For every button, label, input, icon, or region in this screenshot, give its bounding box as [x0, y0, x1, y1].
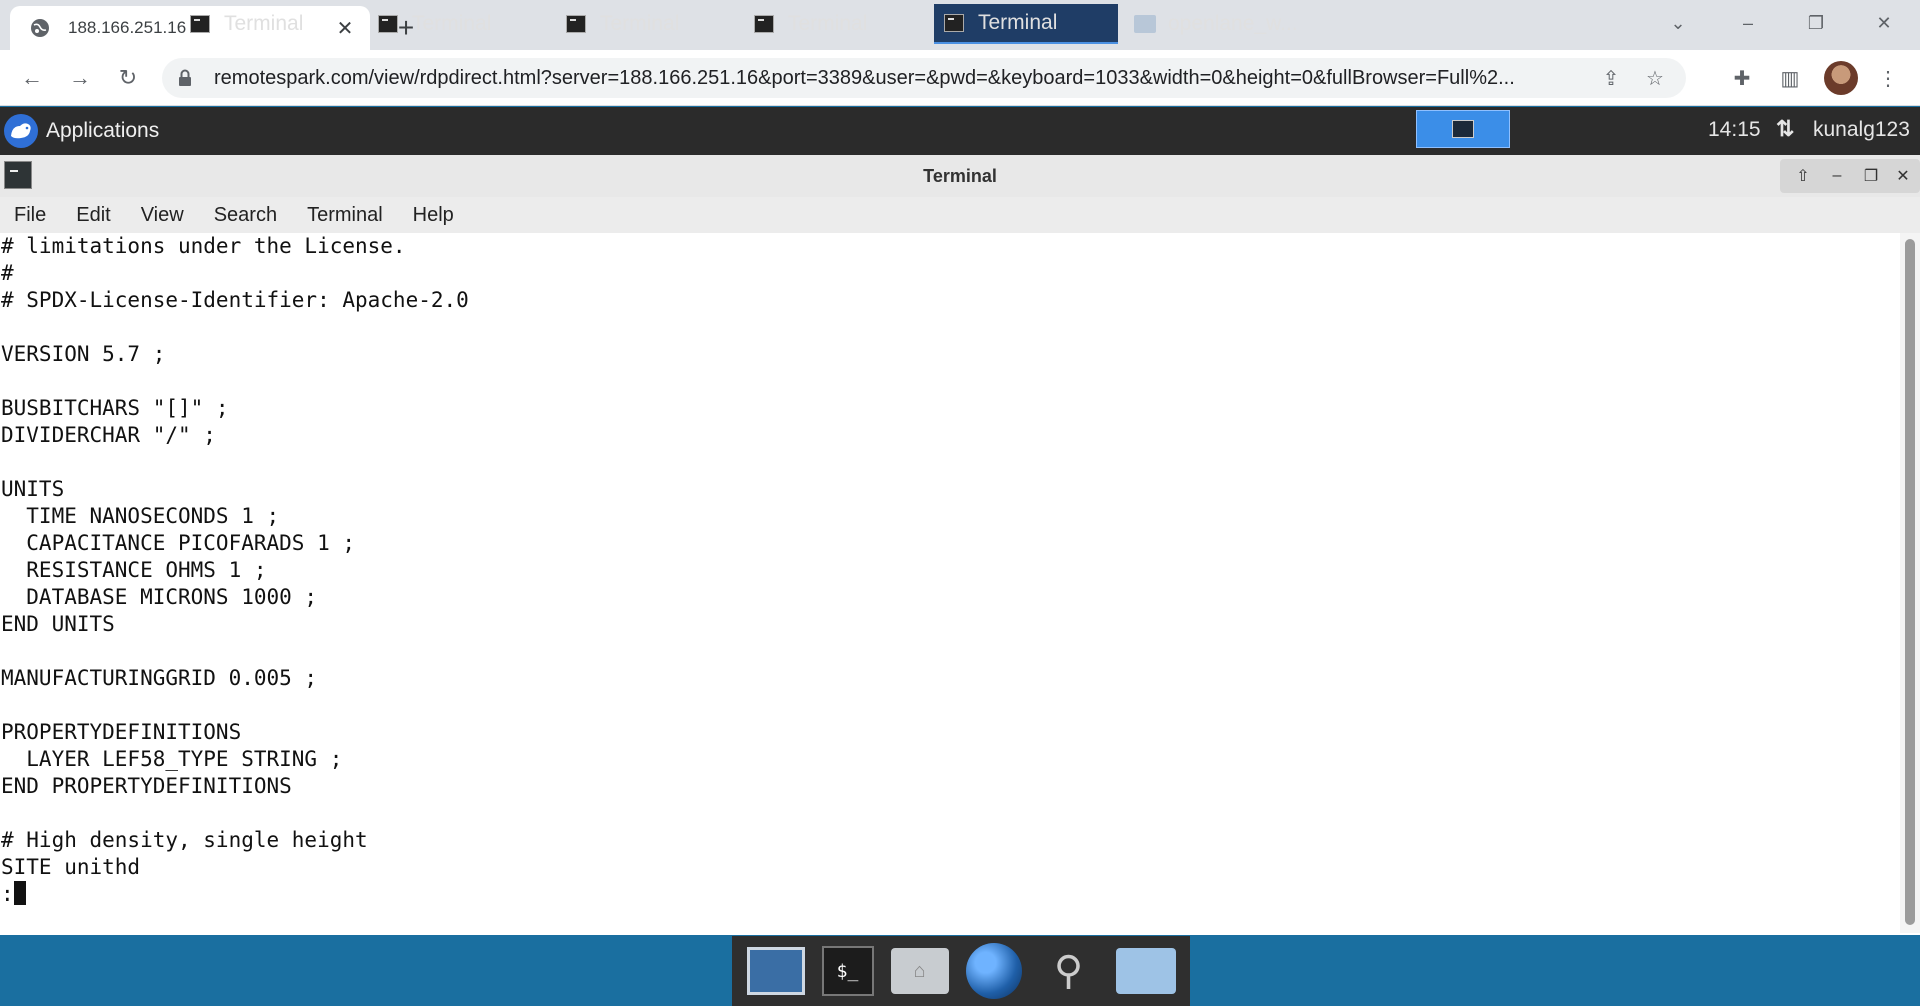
terminal-icon	[378, 15, 398, 33]
terminal-line: PROPERTYDEFINITIONS	[1, 720, 242, 744]
terminal-line: SITE unithd	[1, 855, 141, 879]
show-desktop-icon[interactable]	[746, 947, 805, 995]
task-label: openlane_w...	[1168, 12, 1298, 35]
task-label: Terminal	[412, 12, 492, 35]
share-icon[interactable]: ⇪	[1596, 63, 1626, 93]
terminal-line: END PROPERTYDEFINITIONS	[1, 774, 292, 798]
menu-kebab-icon[interactable]: ⋮	[1872, 62, 1904, 94]
address-bar[interactable]: remotespark.com/view/rdpdirect.html?serv…	[162, 58, 1686, 98]
folder-icon	[1134, 15, 1156, 33]
terminal-line: # High density, single height	[1, 828, 368, 852]
terminal-line: LAYER LEF58_TYPE STRING ;	[1, 747, 343, 771]
terminal-line: DATABASE MICRONS 1000 ;	[1, 585, 318, 609]
web-browser-globe-icon[interactable]	[965, 943, 1022, 999]
menu-help[interactable]: Help	[413, 204, 454, 227]
terminal-line: DIVIDERCHAR "/" ;	[1, 423, 216, 447]
text-cursor	[13, 881, 26, 905]
bottom-dock: $_ ⌂ ⚲	[732, 936, 1190, 1006]
terminal-prompt-line[interactable]: :	[0, 881, 1900, 908]
extensions-puzzle-icon[interactable]: ✚	[1726, 62, 1758, 94]
terminal-line: UNITS	[1, 477, 65, 501]
tab-search-chevron-icon[interactable]: ⌄	[1658, 8, 1698, 38]
task-label: Terminal	[600, 12, 680, 35]
taskbar-item-folder[interactable]: openlane_w...	[1124, 4, 1320, 44]
terminal-window-icon[interactable]	[4, 161, 32, 189]
lock-icon	[178, 69, 196, 87]
menu-view[interactable]: View	[141, 204, 184, 227]
terminal-launcher-icon[interactable]: $_	[821, 946, 874, 996]
url-path: /view/rdpdirect.html?server=188.166.251.…	[368, 66, 1515, 89]
workspace-window-icon	[1452, 120, 1474, 138]
forward-arrow-icon[interactable]: →	[64, 62, 96, 94]
minimize-icon[interactable]: –	[1824, 163, 1850, 189]
terminal-icon	[566, 15, 586, 33]
taskbar-item-terminal-2[interactable]: Terminal	[368, 4, 546, 44]
bookmark-star-icon[interactable]: ☆	[1640, 63, 1670, 93]
terminal-menubar: File Edit View Search Terminal Help	[0, 197, 1920, 233]
taskbar-item-terminal-4[interactable]: Terminal	[744, 4, 922, 44]
globe-icon	[30, 18, 50, 38]
applications-label: Applications	[46, 119, 160, 142]
side-panel-icon[interactable]: ▥	[1774, 62, 1806, 94]
menu-file[interactable]: File	[14, 204, 46, 227]
window-title: Terminal	[923, 165, 997, 186]
terminal-line: END UNITS	[1, 612, 115, 636]
terminal-line: MANUFACTURINGGRID 0.005 ;	[1, 666, 318, 690]
pager-prompt: :	[1, 882, 14, 906]
terminal-icon	[754, 15, 774, 33]
panel-clock[interactable]: 14:15	[1708, 118, 1761, 142]
terminal-line: #	[1, 261, 14, 285]
terminal-line: # limitations under the License.	[1, 234, 406, 258]
xfce-mouse-logo-icon	[4, 114, 38, 148]
minimize-icon[interactable]: –	[1728, 8, 1768, 38]
terminal-line: VERSION 5.7 ;	[1, 342, 166, 366]
applications-menu[interactable]: Applications	[0, 107, 159, 155]
terminal-line: RESISTANCE OHMS 1 ;	[1, 558, 267, 582]
url-text[interactable]: remotespark.com/view/rdpdirect.html?serv…	[214, 67, 1582, 90]
task-label: Terminal	[788, 12, 868, 35]
terminal-line: CAPACITANCE PICOFARADS 1 ;	[1, 531, 356, 555]
desktop-top-panel: Applications	[0, 107, 1920, 155]
close-window-icon[interactable]: ✕	[1864, 8, 1904, 38]
file-manager-folder-icon[interactable]	[1115, 948, 1176, 994]
profile-avatar[interactable]	[1824, 61, 1858, 95]
taskbar-item-terminal-active[interactable]: Terminal	[934, 4, 1118, 44]
menu-search[interactable]: Search	[214, 204, 277, 227]
taskbar-item-terminal-3[interactable]: Terminal	[556, 4, 734, 44]
taskbar-item-terminal-1[interactable]: Terminal	[180, 4, 358, 44]
restore-icon[interactable]: ❐	[1796, 8, 1836, 38]
url-host: remotespark.com	[214, 66, 369, 89]
roll-up-icon[interactable]: ⇧	[1790, 163, 1816, 189]
workspace-switcher[interactable]	[1416, 110, 1510, 148]
terminal-line: TIME NANOSECONDS 1 ;	[1, 504, 280, 528]
terminal-titlebar[interactable]: Terminal ⇧ – ❐ ✕	[0, 155, 1920, 197]
reload-icon[interactable]: ↻	[112, 62, 144, 94]
menu-edit[interactable]: Edit	[76, 204, 110, 227]
terminal-window: Terminal ⇧ – ❐ ✕ File Edit View Search T…	[0, 155, 1920, 935]
task-label: Terminal	[224, 12, 304, 35]
task-label: Terminal	[978, 11, 1058, 34]
terminal-line: # SPDX-License-Identifier: Apache-2.0	[1, 288, 469, 312]
network-transfer-icon[interactable]: ⇅	[1776, 116, 1794, 142]
terminal-icon	[190, 15, 210, 33]
terminal-scrollbar[interactable]	[1900, 233, 1920, 933]
back-arrow-icon[interactable]: ←	[16, 62, 48, 94]
panel-username[interactable]: kunalg123	[1813, 118, 1910, 142]
close-icon[interactable]: ✕	[1890, 163, 1916, 189]
menu-terminal[interactable]: Terminal	[307, 204, 383, 227]
browser-toolbar: ← → ↻ remotespark.com/view/rdpdirect.htm…	[0, 50, 1920, 106]
maximize-icon[interactable]: ❐	[1858, 163, 1884, 189]
terminal-line: BUSBITCHARS "[]" ;	[1, 396, 229, 420]
terminal-icon	[944, 14, 964, 32]
terminal-output[interactable]: # limitations under the License. # # SPD…	[0, 233, 1900, 933]
scrollbar-thumb[interactable]	[1905, 239, 1915, 925]
search-magnifier-icon[interactable]: ⚲	[1039, 941, 1099, 1001]
home-folder-icon[interactable]: ⌂	[890, 948, 949, 994]
